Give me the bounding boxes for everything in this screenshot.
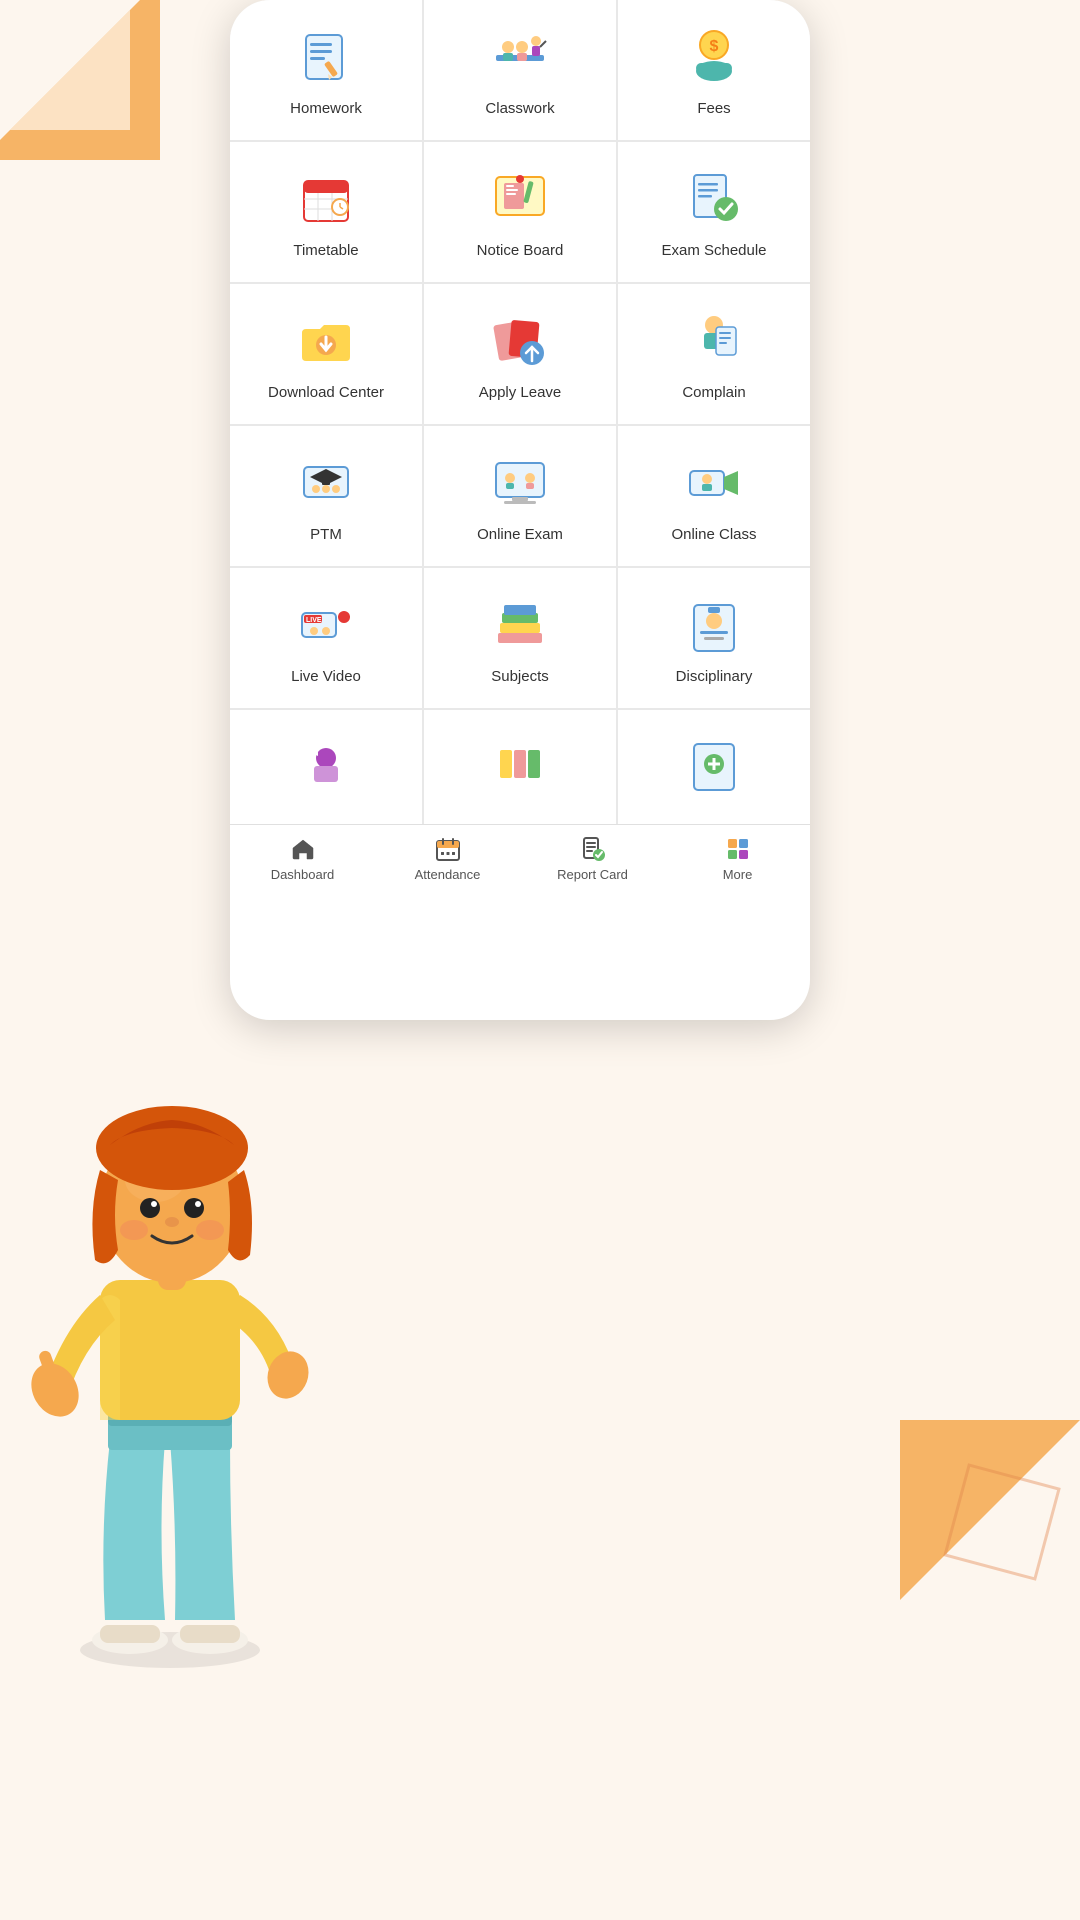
- menu-item-disciplinary[interactable]: Disciplinary: [618, 568, 810, 708]
- subjects-label: Subjects: [491, 667, 549, 687]
- menu-item-examschedule[interactable]: Exam Schedule: [618, 142, 810, 282]
- home-icon: [289, 835, 317, 863]
- livevideo-icon: LIVE: [294, 593, 358, 657]
- menu-grid: Homework: [230, 0, 810, 824]
- reportcard-icon: [579, 835, 607, 863]
- livevideo-label: Live Video: [291, 667, 361, 687]
- menu-item-complain[interactable]: Complain: [618, 284, 810, 424]
- disciplinary-label: Disciplinary: [676, 667, 753, 687]
- onlineexam-icon: [488, 451, 552, 515]
- complain-label: Complain: [682, 383, 745, 403]
- fees-icon: $: [682, 25, 746, 89]
- misc3-icon: [682, 732, 746, 796]
- deco-top-left: [0, 0, 160, 160]
- svg-text:$: $: [710, 38, 719, 55]
- download-icon: [294, 309, 358, 373]
- nav-item-reportcard[interactable]: Report Card: [520, 835, 665, 882]
- menu-item-homework[interactable]: Homework: [230, 0, 422, 140]
- phone-inner: Homework: [230, 0, 810, 896]
- homework-icon: [294, 25, 358, 89]
- noticeboard-label: Notice Board: [477, 241, 564, 261]
- timetable-icon: [294, 167, 358, 231]
- complain-icon: [682, 309, 746, 373]
- menu-item-ptm[interactable]: PTM: [230, 426, 422, 566]
- examschedule-icon: [682, 167, 746, 231]
- menu-item-onlineexam[interactable]: Online Exam: [424, 426, 616, 566]
- classwork-label: Classwork: [485, 99, 554, 119]
- nav-item-more[interactable]: More: [665, 835, 810, 882]
- svg-text:LIVE: LIVE: [306, 617, 322, 624]
- menu-item-livevideo[interactable]: LIVE Live Video: [230, 568, 422, 708]
- nav-item-attendance[interactable]: Attendance: [375, 835, 520, 882]
- menu-item-download[interactable]: Download Center: [230, 284, 422, 424]
- nav-attendance-label: Attendance: [415, 867, 481, 882]
- subjects-icon: [488, 593, 552, 657]
- menu-item-onlineclass[interactable]: Online Class: [618, 426, 810, 566]
- character-illustration: [0, 1050, 340, 1670]
- ptm-label: PTM: [310, 525, 342, 545]
- nav-dashboard-label: Dashboard: [271, 867, 335, 882]
- menu-item-timetable[interactable]: Timetable: [230, 142, 422, 282]
- bottom-nav: Dashboard Attendance: [230, 824, 810, 896]
- misc2-icon: [488, 732, 552, 796]
- onlineclass-icon: [682, 451, 746, 515]
- nav-reportcard-label: Report Card: [557, 867, 628, 882]
- applyleave-icon: [488, 309, 552, 373]
- misc1-icon: [294, 732, 358, 796]
- menu-item-subjects[interactable]: Subjects: [424, 568, 616, 708]
- nav-more-label: More: [723, 867, 753, 882]
- menu-item-misc3[interactable]: [618, 710, 810, 824]
- timetable-label: Timetable: [293, 241, 358, 261]
- homework-label: Homework: [290, 99, 362, 119]
- fees-label: Fees: [697, 99, 730, 119]
- noticeboard-icon: [488, 167, 552, 231]
- menu-item-noticeboard[interactable]: Notice Board: [424, 142, 616, 282]
- nav-item-dashboard[interactable]: Dashboard: [230, 835, 375, 882]
- ptm-icon: [294, 451, 358, 515]
- menu-item-misc2[interactable]: [424, 710, 616, 824]
- classwork-icon: [488, 25, 552, 89]
- calendar-icon: [434, 835, 462, 863]
- menu-item-fees[interactable]: $ Fees: [618, 0, 810, 140]
- more-icon: [724, 835, 752, 863]
- menu-item-classwork[interactable]: Classwork: [424, 0, 616, 140]
- download-label: Download Center: [268, 383, 384, 403]
- menu-item-applyleave[interactable]: Apply Leave: [424, 284, 616, 424]
- menu-item-misc1[interactable]: [230, 710, 422, 824]
- phone-frame: Homework: [230, 0, 810, 1020]
- onlineexam-label: Online Exam: [477, 525, 563, 545]
- disciplinary-icon: [682, 593, 746, 657]
- onlineclass-label: Online Class: [671, 525, 756, 545]
- applyleave-label: Apply Leave: [479, 383, 562, 403]
- deco-bottom-right: [860, 1380, 1080, 1600]
- examschedule-label: Exam Schedule: [661, 241, 766, 261]
